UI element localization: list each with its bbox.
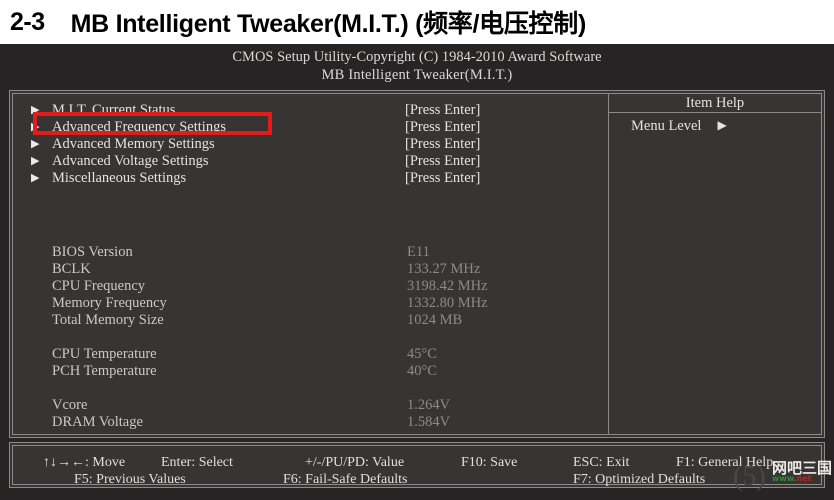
chevron-right-icon: ▶	[31, 104, 40, 116]
bios-main-frame: ▶ M.I.T. Current Status [Press Enter] ▶ …	[9, 90, 825, 438]
item-help-title: Item Help	[609, 94, 821, 113]
info-value: 3198.42 MHz	[407, 278, 488, 294]
menu-item-advanced-memory-settings[interactable]: ▶ Advanced Memory Settings [Press Enter]	[31, 136, 591, 153]
info-label: Memory Frequency	[52, 295, 167, 311]
key-hint-esc-exit[interactable]: ESC: Exit	[573, 454, 629, 471]
menu-item-miscellaneous-settings[interactable]: ▶ Miscellaneous Settings [Press Enter]	[31, 170, 591, 187]
info-label: DRAM Voltage	[52, 414, 143, 430]
info-label: CPU Frequency	[52, 278, 146, 294]
chevron-right-icon: ▶	[31, 121, 40, 133]
key-hint-value[interactable]: +/-/PU/PD: Value	[305, 454, 404, 471]
menu-item-value: [Press Enter]	[405, 153, 481, 169]
info-label: Vcore	[52, 397, 88, 413]
info-row-vcore: Vcore 1.264V	[52, 397, 597, 414]
info-value: 133.27 MHz	[407, 261, 481, 277]
menu-item-label: Miscellaneous Settings	[52, 170, 187, 186]
info-row-memory-frequency: Memory Frequency 1332.80 MHz	[52, 295, 597, 312]
chevron-right-icon: ▶	[31, 138, 40, 150]
menu-item-value: [Press Enter]	[405, 119, 481, 135]
info-label: CPU Temperature	[52, 346, 157, 362]
bios-footer-frame: ↑↓→←: Move Enter: Select +/-/PU/PD: Valu…	[9, 442, 825, 488]
settings-panel: ▶ M.I.T. Current Status [Press Enter] ▶ …	[13, 94, 608, 434]
watermark-sub-text: www.net	[772, 474, 812, 483]
menu-item-advanced-frequency-settings[interactable]: ▶ Advanced Frequency Settings [Press Ent…	[31, 119, 591, 136]
menu-level-row: Menu Level ▶	[631, 118, 727, 135]
menu-item-label: Advanced Voltage Settings	[52, 153, 209, 169]
section-number: 2-3	[10, 7, 45, 36]
info-row-cpu-frequency: CPU Frequency 3198.42 MHz	[52, 278, 597, 295]
info-value: 40°C	[407, 363, 437, 379]
info-value: E11	[407, 244, 430, 260]
page-number: (5)	[733, 461, 766, 492]
item-help-panel: Item Help Menu Level ▶	[609, 94, 821, 434]
menu-item-label: M.I.T. Current Status	[52, 102, 176, 118]
info-value: 1.264V	[407, 397, 451, 413]
bios-header: CMOS Setup Utility-Copyright (C) 1984-20…	[0, 48, 834, 84]
watermark-sub-red: net	[796, 474, 812, 483]
info-row-cpu-temperature: CPU Temperature 45°C	[52, 346, 597, 363]
key-hint-f5-previous-values[interactable]: F5: Previous Values	[74, 471, 186, 488]
info-row-bios-version: BIOS Version E11	[52, 244, 597, 261]
menu-level-label: Menu Level	[631, 118, 702, 134]
key-hint-move[interactable]: ↑↓→←: Move	[43, 454, 125, 471]
info-value: 1024 MB	[407, 312, 463, 328]
menu-item-advanced-voltage-settings[interactable]: ▶ Advanced Voltage Settings [Press Enter…	[31, 153, 591, 170]
menu-item-mit-current-status[interactable]: ▶ M.I.T. Current Status [Press Enter]	[31, 102, 591, 119]
menu-item-label: Advanced Frequency Settings	[52, 119, 226, 135]
info-label: PCH Temperature	[52, 363, 157, 379]
info-label: Total Memory Size	[52, 312, 164, 328]
menu-item-label: Advanced Memory Settings	[52, 136, 215, 152]
chevron-right-icon: ▶	[31, 172, 40, 184]
bios-page-name: MB Intelligent Tweaker(M.I.T.)	[321, 67, 513, 83]
key-hint-f10-save[interactable]: F10: Save	[461, 454, 517, 471]
page-title: 2-3 MB Intelligent Tweaker(M.I.T.) (频率/电…	[0, 0, 834, 44]
info-label: BIOS Version	[52, 244, 133, 260]
bios-footer-inner: ↑↓→←: Move Enter: Select +/-/PU/PD: Valu…	[12, 445, 822, 488]
key-hint-f6-fail-safe[interactable]: F6: Fail-Safe Defaults	[283, 471, 407, 488]
bios-screen: CMOS Setup Utility-Copyright (C) 1984-20…	[0, 44, 834, 500]
chevron-right-icon: ▶	[717, 118, 727, 132]
info-row-pch-temperature: PCH Temperature 40°C	[52, 363, 597, 380]
info-row-dram-voltage: DRAM Voltage 1.584V	[52, 414, 597, 431]
info-value: 45°C	[407, 346, 437, 362]
info-row-bclk: BCLK 133.27 MHz	[52, 261, 597, 278]
menu-item-value: [Press Enter]	[405, 102, 481, 118]
key-hint-f7-optimized[interactable]: F7: Optimized Defaults	[573, 471, 705, 488]
key-hint-enter-select[interactable]: Enter: Select	[161, 454, 233, 471]
info-row-total-memory-size: Total Memory Size 1024 MB	[52, 312, 597, 329]
watermark-sub-green: www.	[772, 474, 797, 483]
info-value: 1332.80 MHz	[407, 295, 488, 311]
chevron-right-icon: ▶	[31, 155, 40, 167]
section-title: MB Intelligent Tweaker(M.I.T.) (频率/电压控制)	[70, 10, 587, 38]
info-value: 1.584V	[407, 414, 451, 430]
watermark: 网吧三国 www.net	[772, 457, 834, 487]
info-label: BCLK	[52, 261, 91, 277]
bios-main-frame-inner: ▶ M.I.T. Current Status [Press Enter] ▶ …	[12, 93, 822, 435]
bios-copyright-line: CMOS Setup Utility-Copyright (C) 1984-20…	[232, 49, 602, 65]
menu-item-value: [Press Enter]	[405, 136, 481, 152]
menu-item-value: [Press Enter]	[405, 170, 481, 186]
